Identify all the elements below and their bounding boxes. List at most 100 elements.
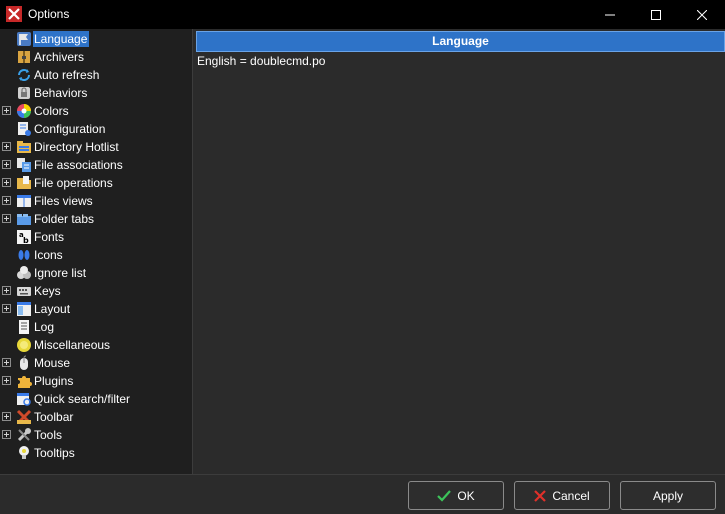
archive-icon [18, 51, 30, 63]
cancel-button[interactable]: Cancel [514, 481, 610, 510]
tree-item-miscellaneous[interactable]: Miscellaneous [0, 336, 193, 354]
refresh-icon [18, 69, 30, 81]
expand-toggle[interactable] [2, 376, 11, 385]
log-icon [19, 320, 29, 334]
tree-item-log[interactable]: Log [0, 318, 193, 336]
tree-item-label: Fonts [34, 230, 65, 244]
tree-item-label: Plugins [34, 374, 74, 388]
files-views-icon [17, 195, 31, 207]
tree-item-label: Archivers [34, 50, 85, 64]
expand-toggle[interactable] [2, 286, 11, 295]
tree-item-folder-tabs[interactable]: Folder tabs [0, 210, 193, 228]
double-commander-logo-icon [6, 6, 22, 22]
tree-item-label: File operations [34, 176, 113, 190]
keyboard-icon [17, 287, 31, 296]
expand-toggle[interactable] [2, 160, 11, 169]
search-filter-icon [17, 393, 31, 406]
tree-item-label: Files views [34, 194, 93, 208]
tree-item-colors[interactable]: Colors [0, 102, 193, 120]
expand-toggle[interactable] [2, 214, 11, 223]
tree-item-label: Quick search/filter [34, 392, 131, 406]
tree-item-ignore-list[interactable]: Ignore list [0, 264, 193, 282]
maximize-button[interactable] [633, 0, 679, 29]
tree-item-label: Keys [34, 284, 61, 298]
tree-item-label: Miscellaneous [34, 338, 111, 352]
tree-item-configuration[interactable]: Configuration [0, 120, 193, 138]
tree-item-files-views[interactable]: Files views [0, 192, 193, 210]
hotlist-icon [17, 141, 31, 153]
tree-item-fonts[interactable]: ab Fonts [0, 228, 193, 246]
panel-header: Language [196, 31, 725, 52]
tree-item-tools[interactable]: Tools [0, 426, 193, 444]
lock-icon [18, 87, 30, 99]
tree-item-mouse[interactable]: Mouse [0, 354, 193, 372]
tree-item-keys[interactable]: Keys [0, 282, 193, 300]
expand-toggle[interactable] [2, 430, 11, 439]
expand-toggle[interactable] [2, 412, 11, 421]
apply-button[interactable]: Apply [620, 481, 716, 510]
tree-item-file-associations[interactable]: File associations [0, 156, 193, 174]
dialog-footer: OK Cancel Apply [0, 474, 725, 514]
folder-tabs-icon [17, 214, 31, 225]
tree-item-toolbar[interactable]: Toolbar [0, 408, 193, 426]
misc-icon [17, 338, 31, 352]
tree-item-layout[interactable]: Layout [0, 300, 193, 318]
tree-item-label: Language [33, 31, 90, 47]
svg-text:b: b [23, 236, 29, 245]
layout-icon [17, 302, 31, 316]
tree-item-label: Layout [34, 302, 71, 316]
language-file-entry[interactable]: English = doublecmd.po [197, 54, 325, 68]
tree-item-label: Log [34, 320, 55, 334]
options-tree[interactable]: Language Archivers Auto refresh Behavior… [0, 29, 193, 474]
tree-item-plugins[interactable]: Plugins [0, 372, 193, 390]
tree-item-label: Toolbar [34, 410, 74, 424]
tree-item-file-operations[interactable]: File operations [0, 174, 193, 192]
tree-item-tooltips[interactable]: Tooltips [0, 444, 193, 462]
ignore-list-icon [17, 266, 31, 279]
tree-item-directory-hotlist[interactable]: Directory Hotlist [0, 138, 193, 156]
tree-item-label: Auto refresh [34, 68, 100, 82]
file-assoc-icon [17, 158, 31, 172]
tree-item-label: Icons [34, 248, 63, 262]
file-ops-icon [17, 176, 31, 189]
window-title: Options [28, 7, 70, 21]
config-icon [18, 122, 31, 136]
tree-item-label: Directory Hotlist [34, 140, 119, 154]
tree-item-auto-refresh[interactable]: Auto refresh [0, 66, 193, 84]
tools-icon [17, 428, 31, 442]
tree-item-label: Tools [34, 428, 63, 442]
expand-toggle[interactable] [2, 304, 11, 313]
expand-toggle[interactable] [2, 106, 11, 115]
close-button[interactable] [679, 0, 725, 29]
tree-item-label: Behaviors [34, 86, 88, 100]
toolbar-icon [16, 409, 32, 425]
tree-item-label: Ignore list [34, 266, 87, 280]
tree-item-label: Configuration [34, 122, 106, 136]
tree-item-behaviors[interactable]: Behaviors [0, 84, 193, 102]
maximize-icon [651, 9, 661, 20]
checkmark-icon [437, 489, 452, 502]
expand-toggle[interactable] [2, 142, 11, 151]
tree-item-label: Tooltips [34, 446, 75, 460]
cancel-x-icon [534, 489, 547, 502]
close-icon [697, 9, 707, 20]
tree-item-label: Mouse [34, 356, 71, 370]
mouse-icon [20, 355, 28, 370]
tree-item-icons[interactable]: Icons [0, 246, 193, 264]
ok-button[interactable]: OK [408, 481, 504, 510]
title-bar[interactable]: Options [0, 0, 725, 29]
puzzle-icon [18, 376, 32, 388]
apply-button-label: Apply [652, 488, 684, 503]
flag-icon [17, 32, 31, 46]
tree-item-archivers[interactable]: Archivers [0, 48, 193, 66]
icons-icon [18, 250, 30, 260]
expand-toggle[interactable] [2, 178, 11, 187]
expand-toggle[interactable] [2, 196, 11, 205]
tooltip-icon [19, 446, 29, 459]
tree-item-language[interactable]: Language [0, 30, 193, 48]
tree-item-quick-search-filter[interactable]: Quick search/filter [0, 390, 193, 408]
language-panel: Language English = doublecmd.po [194, 29, 725, 474]
expand-toggle[interactable] [2, 358, 11, 367]
tree-item-label: File associations [34, 158, 123, 172]
minimize-button[interactable] [587, 0, 633, 29]
